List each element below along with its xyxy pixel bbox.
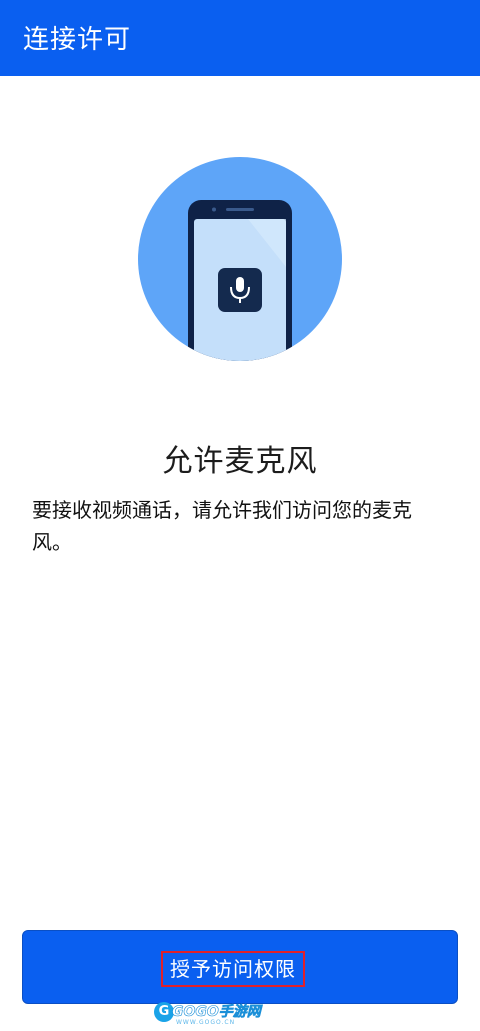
- phone-camera: [212, 207, 216, 212]
- app-screen: 连接许可 允许麦克风 要接收视频通话，请允许我们访问您的麦克风。 授予访问权限 …: [0, 0, 480, 1031]
- permission-description: 要接收视频通话，请允许我们访问您的麦克风。: [32, 498, 412, 554]
- watermark-subtext: WWW.GOGO.CN: [176, 1019, 236, 1026]
- page-title: 连接许可: [23, 25, 132, 55]
- microphone-icon: [218, 268, 262, 312]
- permission-title: 允许麦克风: [162, 444, 318, 479]
- phone-speaker: [226, 208, 254, 211]
- phone-microphone-illustration: [138, 157, 342, 361]
- illustration-graphic: [138, 157, 342, 361]
- watermark-logo-icon: G: [154, 1002, 174, 1022]
- watermark-logo: G GOGO手游网 WWW.GOGO.CN: [154, 1000, 261, 1028]
- grant-access-button-label[interactable]: 授予访问权限: [161, 951, 305, 987]
- app-bar: 连接许可: [0, 0, 480, 76]
